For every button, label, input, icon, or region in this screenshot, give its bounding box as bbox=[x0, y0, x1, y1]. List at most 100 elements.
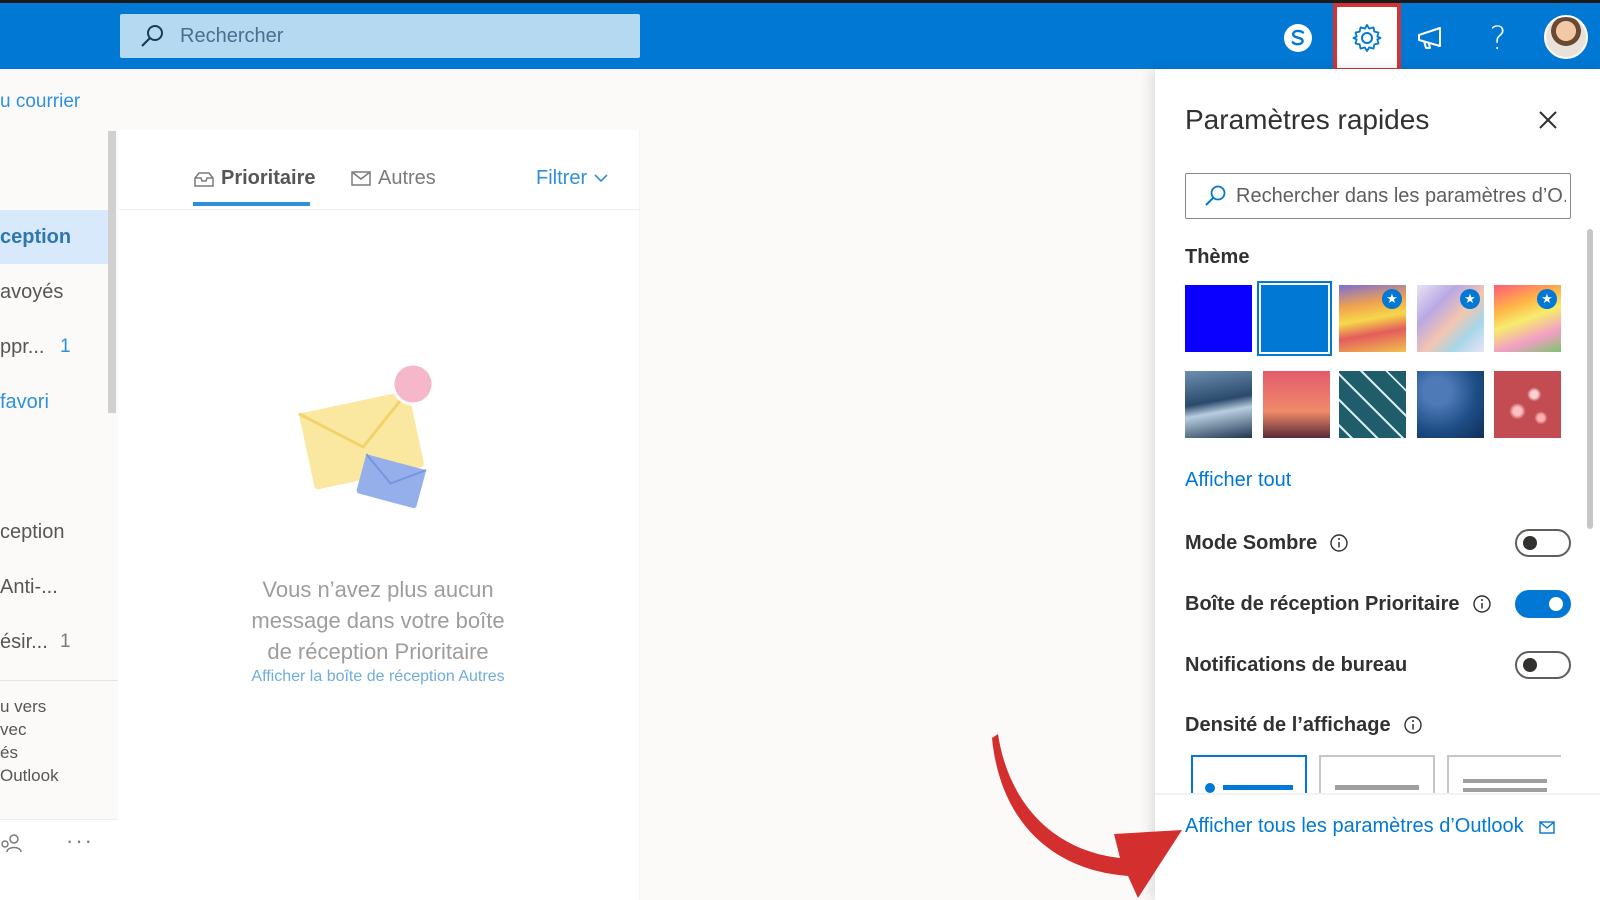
desktop-notifications-row: Notifications de bureau bbox=[1185, 648, 1571, 682]
settings-gear-icon bbox=[1352, 23, 1382, 52]
annotation-arrow bbox=[992, 734, 1182, 898]
more-options-button[interactable]: ··· bbox=[66, 828, 94, 854]
divider bbox=[0, 680, 118, 681]
empty-state-line: Vous n’avez plus aucun bbox=[262, 577, 494, 602]
toggle-knob bbox=[1523, 658, 1537, 672]
dark-mode-toggle[interactable] bbox=[1515, 529, 1571, 557]
settings-search-input[interactable] bbox=[1236, 184, 1566, 208]
toggle-label: Boîte de réception Prioritaire bbox=[1185, 592, 1460, 615]
theme-swatch-palms[interactable] bbox=[1263, 371, 1330, 438]
all-settings-label: Afficher tous les paramètres d’Outlook bbox=[1185, 815, 1524, 837]
density-medium[interactable] bbox=[1319, 755, 1435, 795]
show-all-themes-link[interactable]: Afficher tout bbox=[1185, 469, 1291, 492]
promo-line: u vers bbox=[0, 697, 47, 716]
message-list: Prioritaire Autres Filtrer Vous n’avez p… bbox=[118, 130, 640, 900]
upgrade-promo[interactable]: u vers vec és Outlook bbox=[0, 695, 59, 787]
theme-swatch-rainbow[interactable]: ★ bbox=[1339, 285, 1406, 352]
new-mail-button[interactable]: u courrier bbox=[0, 91, 80, 113]
folder-label: ppr... bbox=[0, 336, 45, 358]
inbox-tabs: Prioritaire Autres Filtrer bbox=[118, 130, 640, 210]
folder-pending[interactable]: ppr... 1 bbox=[0, 320, 108, 374]
other-inbox-icon bbox=[351, 171, 371, 186]
chevron-down-icon bbox=[594, 174, 608, 183]
theme-swatch-circuit[interactable] bbox=[1339, 371, 1406, 438]
settings-search-box[interactable] bbox=[1185, 173, 1571, 219]
empty-inbox-illustration bbox=[298, 362, 435, 509]
megaphone-icon bbox=[1418, 27, 1441, 49]
tab-label: Prioritaire bbox=[221, 166, 316, 189]
promo-line: vec bbox=[0, 720, 27, 739]
tab-other[interactable]: Autres bbox=[350, 158, 436, 198]
info-icon[interactable] bbox=[1472, 594, 1492, 614]
density-bar bbox=[1463, 779, 1547, 783]
info-icon[interactable] bbox=[1403, 715, 1423, 735]
feedback-button[interactable] bbox=[1399, 6, 1463, 70]
toggle-label: Mode Sombre bbox=[1185, 531, 1318, 554]
desktop-notifications-toggle[interactable] bbox=[1515, 651, 1571, 679]
leftnav-scrollbar[interactable] bbox=[108, 131, 116, 413]
folder-antispam[interactable]: Anti-... bbox=[0, 560, 108, 614]
focused-inbox-toggle[interactable] bbox=[1515, 590, 1571, 618]
folder-label: ception bbox=[0, 521, 65, 543]
density-dot bbox=[1205, 783, 1215, 793]
top-bar: ? bbox=[0, 0, 1600, 72]
panel-title: Paramètres rapides bbox=[1185, 104, 1430, 135]
tab-focused[interactable]: Prioritaire bbox=[193, 158, 315, 198]
toggle-label: Notifications de bureau bbox=[1185, 653, 1408, 676]
tab-label: Autres bbox=[378, 166, 436, 189]
add-favorite[interactable]: favori bbox=[0, 375, 108, 429]
theme-swatch-blue[interactable] bbox=[1185, 285, 1252, 352]
folder-sent[interactable]: avoyés bbox=[0, 265, 108, 319]
theme-swatch-coin[interactable] bbox=[1417, 371, 1484, 438]
theme-swatch-azure[interactable] bbox=[1257, 281, 1332, 356]
density-compact[interactable] bbox=[1447, 755, 1561, 795]
star-icon: ★ bbox=[1460, 289, 1480, 309]
focused-inbox-icon bbox=[194, 172, 214, 187]
open-in-new-icon bbox=[1538, 820, 1555, 834]
search-input[interactable] bbox=[180, 24, 600, 48]
people-icon[interactable] bbox=[0, 832, 22, 854]
theme-grid: ★ ★ ★ bbox=[1185, 281, 1571, 445]
empty-state-line: message dans votre boîte bbox=[251, 608, 505, 633]
promo-line: és bbox=[0, 743, 18, 762]
star-icon: ★ bbox=[1537, 289, 1557, 309]
display-density-row: Densité de l’affichage bbox=[1185, 708, 1571, 742]
theme-heading: Thème bbox=[1185, 246, 1250, 268]
show-other-inbox-link[interactable]: Afficher la boîte de réception Autres bbox=[208, 668, 548, 686]
folder-label: ception bbox=[0, 226, 72, 248]
folder-label: avoyés bbox=[0, 281, 64, 303]
dark-mode-row: Mode Sombre bbox=[1185, 526, 1571, 560]
settings-button[interactable] bbox=[1333, 3, 1401, 72]
theme-swatch-bokeh[interactable] bbox=[1494, 371, 1561, 438]
filter-button[interactable]: Filtrer bbox=[536, 158, 609, 198]
command-strip bbox=[118, 69, 640, 130]
focused-inbox-row: Boîte de réception Prioritaire bbox=[1185, 587, 1571, 621]
all-outlook-settings-link[interactable]: Afficher tous les paramètres d’Outlook bbox=[1185, 815, 1556, 838]
density-full[interactable] bbox=[1191, 755, 1307, 795]
theme-swatch-wave[interactable] bbox=[1185, 371, 1252, 438]
info-icon[interactable] bbox=[1329, 533, 1349, 553]
close-icon[interactable] bbox=[1533, 105, 1563, 135]
density-options bbox=[1191, 755, 1561, 795]
search-box[interactable] bbox=[120, 14, 640, 58]
density-bar bbox=[1335, 785, 1419, 790]
theme-swatch-ribbons[interactable]: ★ bbox=[1417, 285, 1484, 352]
folder-count: 1 bbox=[60, 631, 71, 652]
theme-swatch-unicorn[interactable]: ★ bbox=[1494, 285, 1561, 352]
search-icon bbox=[1205, 185, 1226, 206]
folder-inbox-2[interactable]: ception bbox=[0, 505, 108, 559]
left-navigation: u courrier ception avoyés ppr... 1 favor… bbox=[0, 69, 118, 900]
density-bar bbox=[1223, 785, 1293, 790]
avatar[interactable] bbox=[1544, 15, 1588, 59]
help-button[interactable]: ? bbox=[1466, 6, 1530, 70]
empty-state-message: Vous n’avez plus aucun message dans votr… bbox=[218, 574, 538, 667]
filter-label: Filtrer bbox=[536, 166, 588, 189]
folder-junk[interactable]: ésir... 1 bbox=[0, 615, 108, 669]
skype-button[interactable] bbox=[1266, 6, 1330, 70]
panel-scrollbar[interactable] bbox=[1587, 229, 1593, 529]
folder-label: favori bbox=[0, 391, 49, 413]
toggle-knob bbox=[1523, 536, 1537, 550]
toggle-knob bbox=[1549, 597, 1563, 611]
folder-inbox[interactable]: ception bbox=[0, 210, 108, 264]
density-bar bbox=[1463, 788, 1547, 792]
